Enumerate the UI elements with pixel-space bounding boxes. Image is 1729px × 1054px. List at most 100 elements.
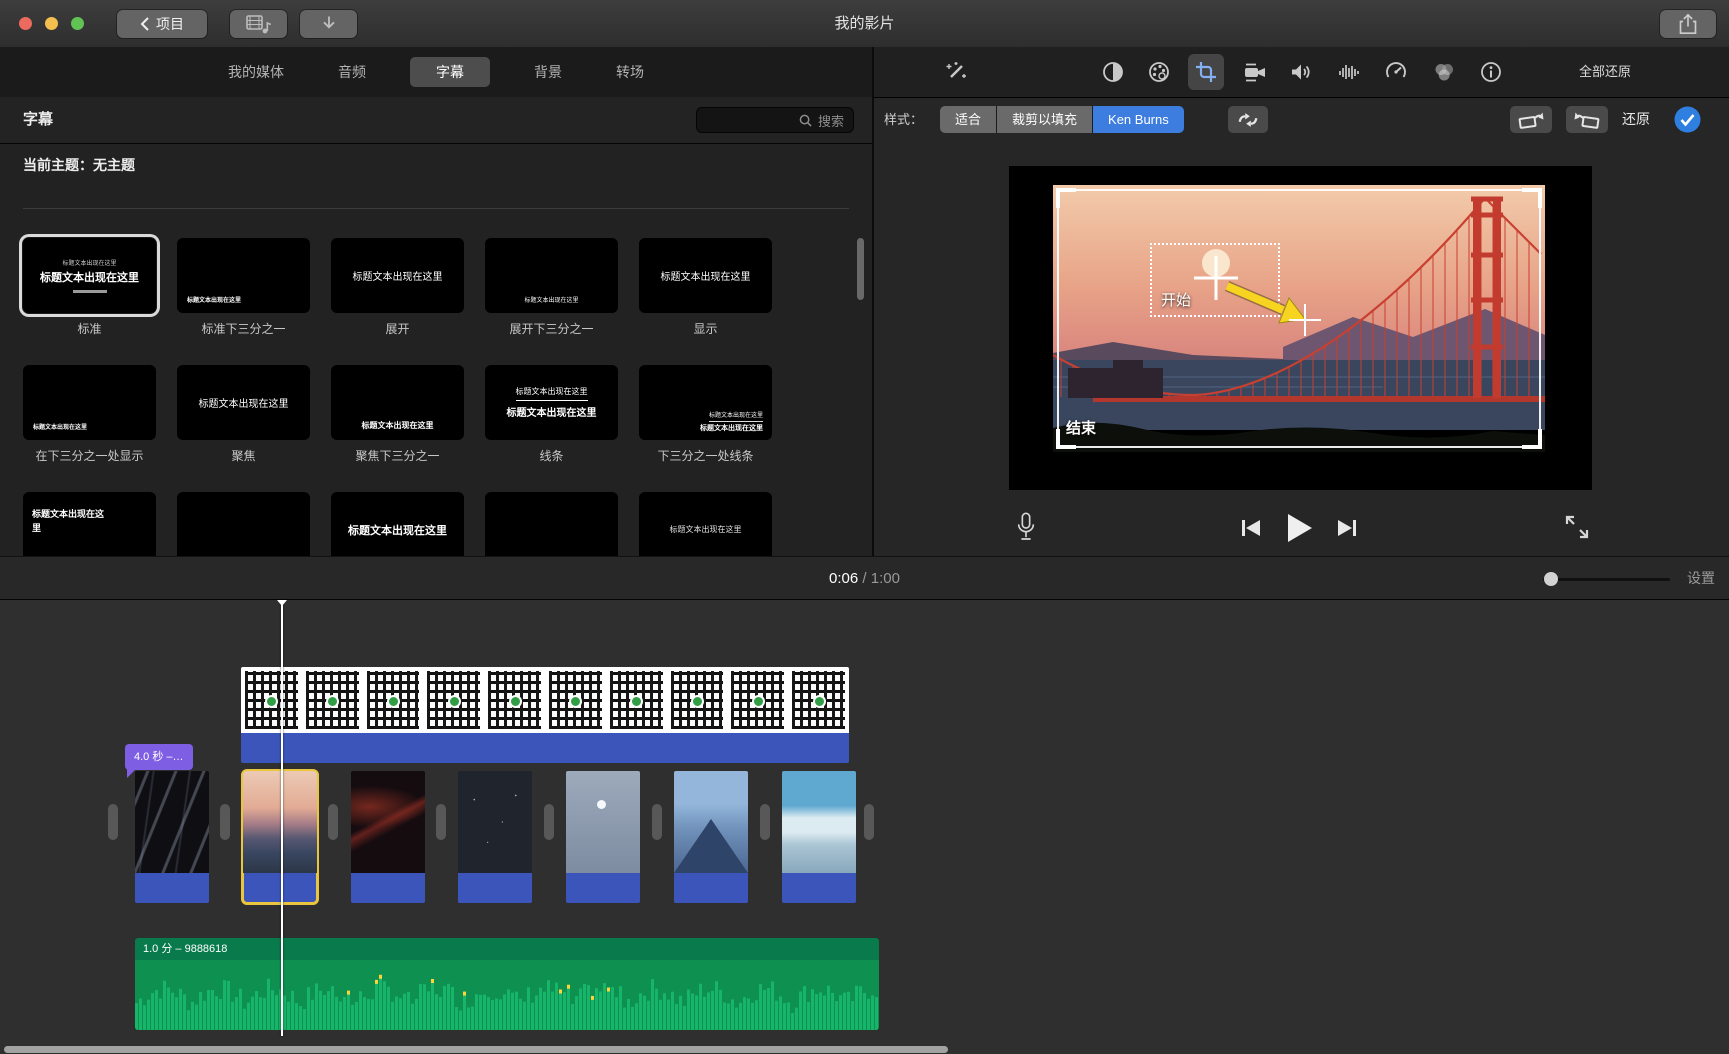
thumb-sample-text: 标题文本出现在这里 [485, 295, 618, 304]
title-template-thumb[interactable]: 标题文本出现在这里 [485, 238, 618, 313]
filters-circles-icon[interactable] [1432, 60, 1456, 84]
color-balance-icon[interactable] [1101, 60, 1125, 84]
clip-duration-bar [782, 873, 856, 903]
title-template-thumb[interactable]: 标题文本出现在这里 [23, 365, 156, 440]
search-placeholder: 搜索 [818, 111, 844, 130]
tab-5[interactable]: 转场 [606, 57, 654, 87]
inspector-panel: 全部还原 样式： 适合裁剪以填充Ken Burns [874, 47, 1729, 556]
clip-thumbnail [351, 771, 425, 873]
noise-reduction-equalizer-icon[interactable] [1337, 60, 1361, 84]
rotate-clockwise-button[interactable] [1566, 106, 1608, 133]
title-clip-tile [363, 667, 424, 733]
title-template-cell: 标题文本出现在这里标准下三分之一 [177, 238, 310, 338]
title-template-thumb[interactable]: 标题文本出现在这里 [639, 492, 772, 556]
auto-enhance-wand-icon[interactable] [944, 60, 968, 84]
play-button-icon[interactable] [1285, 513, 1313, 543]
transition-handle[interactable] [328, 804, 338, 840]
apply-checkmark-button[interactable] [1674, 106, 1701, 133]
video-preview[interactable]: 结束 开始 [1053, 185, 1545, 452]
fullscreen-icon[interactable] [1564, 514, 1590, 540]
title-template-thumb[interactable]: 标题文本出现在这里 [177, 365, 310, 440]
transition-handle[interactable] [864, 804, 874, 840]
title-template-cell: 标题文本出现在这里聚焦下三分之一 [331, 365, 464, 465]
previous-frame-icon[interactable] [1240, 517, 1262, 539]
title-clip-thumbnails[interactable] [241, 667, 849, 733]
title-template-thumb[interactable]: 标题文本出现在这里 [177, 238, 310, 313]
tab-3[interactable]: 字幕 [410, 57, 490, 87]
share-button[interactable] [1660, 10, 1716, 38]
title-template-thumb[interactable]: 标题文本出现在这里 [639, 238, 772, 313]
transition-handle[interactable] [436, 804, 446, 840]
crop-handle[interactable] [1522, 188, 1542, 208]
transition-handle[interactable] [760, 804, 770, 840]
title-clip-duration-badge[interactable]: 4.0 秒 –… [125, 744, 193, 770]
title-template-thumb[interactable]: 标题文本出现在这里标题文本出现在这里 [23, 238, 156, 313]
title-template-thumb[interactable]: 标题文本出现在这里 [331, 492, 464, 556]
tab-2[interactable]: 音频 [328, 57, 376, 87]
stabilization-camera-icon[interactable] [1243, 60, 1267, 84]
search-input[interactable]: 搜索 [696, 107, 854, 133]
playhead[interactable] [281, 600, 283, 1036]
title-template-thumb[interactable] [177, 492, 310, 556]
clip-duration-bar [135, 873, 209, 903]
revert-all-button[interactable]: 全部还原 [1579, 47, 1631, 97]
timeline-clip-2[interactable] [243, 771, 317, 903]
thumb-sample-text: 标题文本出现在这里 [187, 295, 241, 304]
timeline-clip-6[interactable] [674, 771, 748, 903]
horizontal-scrollbar[interactable] [4, 1046, 948, 1053]
tab-4[interactable]: 背景 [524, 57, 572, 87]
vertical-scrollbar[interactable] [857, 238, 864, 300]
speed-meter-icon[interactable] [1384, 60, 1408, 84]
clip-duration-bar [243, 873, 317, 903]
style-option-2[interactable]: 裁剪以填充 [997, 106, 1092, 133]
timeline-clip-3[interactable] [351, 771, 425, 903]
title-template-thumb[interactable]: 标题文本出现在这里 [331, 238, 464, 313]
crop-handle[interactable] [1056, 188, 1076, 208]
tab-1[interactable]: 我的媒体 [218, 57, 294, 87]
info-icon[interactable] [1479, 60, 1503, 84]
ken-burns-start-rect[interactable]: 开始 [1150, 243, 1280, 317]
color-correction-palette-icon[interactable] [1147, 60, 1171, 84]
crop-icon[interactable] [1194, 60, 1218, 84]
title-template-thumb[interactable]: 标题文本出现在这里 [23, 492, 156, 556]
media-browser-panel: 我的媒体音频字幕背景转场 字幕 搜索 当前主题：无主题 标题文本出现在这里标题文… [0, 47, 872, 556]
style-option-3[interactable]: Ken Burns [1093, 106, 1184, 133]
rotate-cw-icon [1574, 111, 1600, 129]
transition-handle[interactable] [108, 804, 118, 840]
title-template-thumb[interactable]: 标题文本出现在这里标题文本出现在这里 [485, 365, 618, 440]
clip-thumbnail [674, 771, 748, 873]
swap-start-end-button[interactable] [1228, 106, 1268, 133]
title-clip-bar[interactable] [241, 733, 849, 763]
title-template-cell: 标题文本出现在这里展开 [331, 238, 464, 338]
timeline-clip-1[interactable] [135, 771, 209, 903]
transition-handle[interactable] [652, 804, 662, 840]
ken-burns-end-rect[interactable]: 结束 [1057, 189, 1541, 448]
audio-clip[interactable]: 1.0 分 – 9888618 [135, 938, 879, 1030]
clip-thumbnail [458, 771, 532, 873]
title-template-thumb[interactable] [485, 492, 618, 556]
title-clip-tile [241, 667, 302, 733]
transition-handle[interactable] [220, 804, 230, 840]
title-template-thumb[interactable]: 标题文本出现在这里标题文本出现在这里 [639, 365, 772, 440]
reset-button[interactable]: 还原 [1622, 97, 1650, 142]
media-tab-bar: 我的媒体 音频 字幕 背景 转场 [0, 47, 872, 98]
style-option-1[interactable]: 适合 [940, 106, 996, 133]
rotate-counterclockwise-button[interactable] [1510, 106, 1552, 133]
voiceover-microphone-icon[interactable] [1015, 511, 1037, 545]
next-frame-icon[interactable] [1336, 517, 1358, 539]
timeline-settings-button[interactable]: 设置 [1687, 557, 1715, 600]
timeline-zoom-knob[interactable] [1544, 572, 1558, 586]
preview-stage: 结束 开始 [1009, 166, 1592, 490]
title-template-thumb[interactable]: 标题文本出现在这里 [331, 365, 464, 440]
timeline-clip-5[interactable] [566, 771, 640, 903]
timeline-clip-4[interactable] [458, 771, 532, 903]
timeline-clip-7[interactable] [782, 771, 856, 903]
volume-speaker-icon[interactable] [1289, 60, 1313, 84]
title-clip-tile [788, 667, 849, 733]
transition-handle[interactable] [544, 804, 554, 840]
clip-duration-bar [566, 873, 640, 903]
timeline[interactable]: 4.0 秒 –… 1.0 分 – 9888618 [0, 600, 1729, 1054]
crop-handle[interactable] [1522, 429, 1542, 449]
timeline-zoom-slider[interactable] [1543, 578, 1670, 581]
title-template-cell: 标题文本出现在这里 [331, 492, 464, 556]
